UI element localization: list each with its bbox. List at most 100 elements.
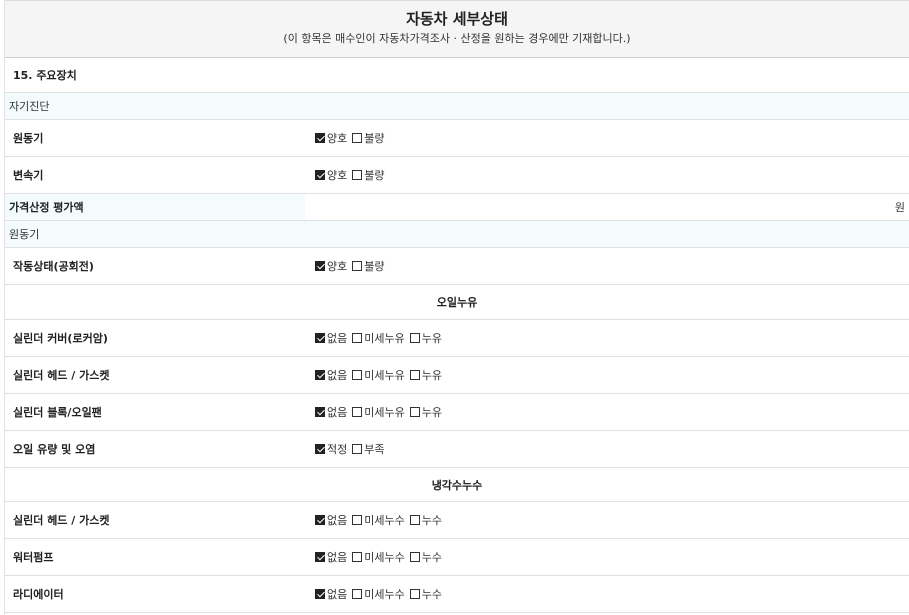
vehicle-detail-form: 자동차 세부상태 (이 항목은 매수인이 자동차가격조사 · 산정을 원하는 경…: [4, 0, 909, 615]
option-checkbox[interactable]: 누유: [409, 330, 442, 346]
group-coolant-leak: 냉각수누수: [5, 468, 909, 502]
option-checkbox[interactable]: 양호: [315, 130, 347, 146]
inspection-item-label: 라디에이터: [13, 588, 64, 601]
option-label: 양호: [327, 169, 348, 182]
section-title: 15. 주요장치: [13, 69, 77, 82]
option-label: 불량: [364, 169, 385, 182]
inspection-item-label: 실린더 헤드 / 가스켓: [13, 369, 110, 382]
inspection-item-label: 워터펌프: [13, 551, 54, 564]
inspection-row: 라디에이터 없음 미세누수 누수: [5, 576, 909, 613]
option-label: 부족: [364, 443, 385, 456]
price-unit: 원: [894, 201, 905, 214]
inspection-item-label: 실린더 헤드 / 가스켓: [13, 514, 110, 527]
option-checkbox[interactable]: 미세누수: [352, 549, 405, 565]
inspection-row: 실린더 커버(로커암) 없음 미세누유 누유: [5, 320, 909, 357]
option-label: 적정: [327, 443, 348, 456]
unchecked-box-icon[interactable]: [352, 444, 363, 454]
option-group: 적정 부족: [315, 441, 390, 457]
checked-box-icon[interactable]: [315, 552, 325, 562]
option-checkbox[interactable]: 없음: [315, 330, 347, 346]
unchecked-box-icon[interactable]: [352, 370, 363, 380]
subsection-title: 원동기: [9, 228, 40, 241]
subsection-self-diagnosis: 자기진단: [5, 93, 909, 120]
option-checkbox[interactable]: 없음: [315, 549, 347, 565]
option-checkbox[interactable]: 미세누유: [352, 330, 405, 346]
option-label: 누수: [421, 514, 442, 527]
option-checkbox[interactable]: 누수: [409, 512, 442, 528]
option-group: 없음 미세누수 누수: [315, 549, 447, 565]
page-title: 자동차 세부상태: [406, 10, 508, 28]
checked-box-icon[interactable]: [315, 133, 325, 143]
inspection-item-label: 오일 유량 및 오염: [13, 443, 96, 456]
option-checkbox[interactable]: 없음: [315, 512, 347, 528]
option-label: 없음: [327, 588, 348, 601]
option-group: 양호 불량: [315, 167, 390, 183]
option-label: 미세누유: [364, 406, 405, 419]
checked-box-icon[interactable]: [315, 333, 325, 343]
checked-box-icon[interactable]: [315, 407, 325, 417]
option-checkbox[interactable]: 불량: [352, 167, 385, 183]
inspection-row: 오일 유량 및 오염 적정 부족: [5, 431, 909, 468]
option-label: 없음: [327, 332, 348, 345]
option-checkbox[interactable]: 부족: [352, 441, 385, 457]
option-group: 없음 미세누수 누수: [315, 512, 447, 528]
option-checkbox[interactable]: 불량: [352, 258, 385, 274]
inspection-row: 워터펌프 없음 미세누수 누수: [5, 539, 909, 576]
checked-box-icon[interactable]: [315, 515, 325, 525]
inspection-item-label: 실린더 커버(로커암): [13, 332, 108, 345]
option-checkbox[interactable]: 미세누유: [352, 367, 405, 383]
unchecked-box-icon[interactable]: [352, 333, 363, 343]
option-label: 불량: [364, 132, 385, 145]
checked-box-icon[interactable]: [315, 261, 325, 271]
price-label: 가격산정 평가액: [5, 194, 305, 220]
option-checkbox[interactable]: 양호: [315, 167, 347, 183]
checked-box-icon[interactable]: [315, 370, 325, 380]
option-checkbox[interactable]: 양호: [315, 258, 347, 274]
checked-box-icon[interactable]: [315, 589, 325, 599]
inspection-row: 작동상태(공회전) 양호 불량: [5, 248, 909, 285]
option-label: 없음: [327, 406, 348, 419]
inspection-item-label: 작동상태(공회전): [13, 260, 94, 273]
unchecked-box-icon[interactable]: [352, 589, 363, 599]
option-checkbox[interactable]: 적정: [315, 441, 347, 457]
checked-box-icon[interactable]: [315, 444, 325, 454]
option-label: 없음: [327, 551, 348, 564]
unchecked-box-icon[interactable]: [409, 552, 420, 562]
option-label: 없음: [327, 369, 348, 382]
option-checkbox[interactable]: 누유: [409, 367, 442, 383]
unchecked-box-icon[interactable]: [352, 133, 363, 143]
option-label: 누수: [421, 551, 442, 564]
unchecked-box-icon[interactable]: [409, 515, 420, 525]
option-checkbox[interactable]: 없음: [315, 367, 347, 383]
option-checkbox[interactable]: 미세누유: [352, 404, 405, 420]
option-checkbox[interactable]: 미세누수: [352, 586, 405, 602]
unchecked-box-icon[interactable]: [352, 170, 363, 180]
option-checkbox[interactable]: 불량: [352, 130, 385, 146]
price-row: 가격산정 평가액 원: [5, 194, 909, 221]
subsection-title: 자기진단: [9, 100, 50, 113]
option-label: 누유: [421, 406, 442, 419]
unchecked-box-icon[interactable]: [409, 333, 420, 343]
checked-box-icon[interactable]: [315, 170, 325, 180]
group-oil-leak: 오일누유: [5, 285, 909, 320]
unchecked-box-icon[interactable]: [409, 370, 420, 380]
option-group: 양호 불량: [315, 130, 390, 146]
unchecked-box-icon[interactable]: [352, 552, 363, 562]
group-title: 오일누유: [436, 296, 478, 309]
unchecked-box-icon[interactable]: [352, 261, 363, 271]
option-checkbox[interactable]: 미세누수: [352, 512, 405, 528]
option-checkbox[interactable]: 누유: [409, 404, 442, 420]
unchecked-box-icon[interactable]: [409, 407, 420, 417]
option-checkbox[interactable]: 누수: [409, 586, 442, 602]
unchecked-box-icon[interactable]: [409, 589, 420, 599]
option-checkbox[interactable]: 없음: [315, 586, 347, 602]
inspection-row: 실린더 헤드 / 가스켓 없음 미세누유 누유: [5, 357, 909, 394]
unchecked-box-icon[interactable]: [352, 407, 363, 417]
option-group: 없음 미세누수 누수: [315, 586, 447, 602]
subsection-engine: 원동기: [5, 221, 909, 248]
option-checkbox[interactable]: 없음: [315, 404, 347, 420]
option-checkbox[interactable]: 누수: [409, 549, 442, 565]
option-label: 불량: [364, 260, 385, 273]
option-label: 누유: [421, 369, 442, 382]
unchecked-box-icon[interactable]: [352, 515, 363, 525]
